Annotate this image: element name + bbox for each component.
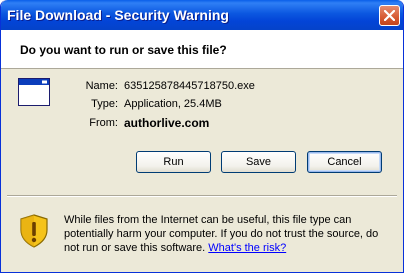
- run-button[interactable]: Run: [136, 151, 211, 173]
- whats-the-risk-link[interactable]: What's the risk?: [208, 242, 286, 254]
- close-icon: [384, 10, 395, 21]
- security-warning-dialog: File Download - Security Warning Do you …: [0, 0, 404, 273]
- close-button[interactable]: [379, 5, 400, 26]
- type-label: Type:: [91, 98, 118, 110]
- dialog-header: Do you want to run or save this file?: [1, 30, 403, 69]
- name-label: Name:: [85, 80, 118, 92]
- file-type-value: Application, 25.4MB: [124, 98, 222, 110]
- divider: [7, 195, 397, 197]
- question-heading: Do you want to run or save this file?: [20, 43, 227, 57]
- window-title: File Download - Security Warning: [7, 7, 229, 23]
- save-button[interactable]: Save: [221, 151, 296, 173]
- file-source-value: authorlive.com: [124, 116, 210, 130]
- title-bar[interactable]: File Download - Security Warning: [1, 0, 403, 30]
- from-label: From:: [89, 117, 118, 129]
- security-warning-text: While files from the Internet can be use…: [64, 213, 394, 255]
- file-name-value: 635125878445718750.exe: [124, 80, 255, 92]
- security-shield-warning-icon: [20, 214, 48, 248]
- cancel-button[interactable]: Cancel: [307, 151, 382, 173]
- application-window-icon: [18, 78, 50, 106]
